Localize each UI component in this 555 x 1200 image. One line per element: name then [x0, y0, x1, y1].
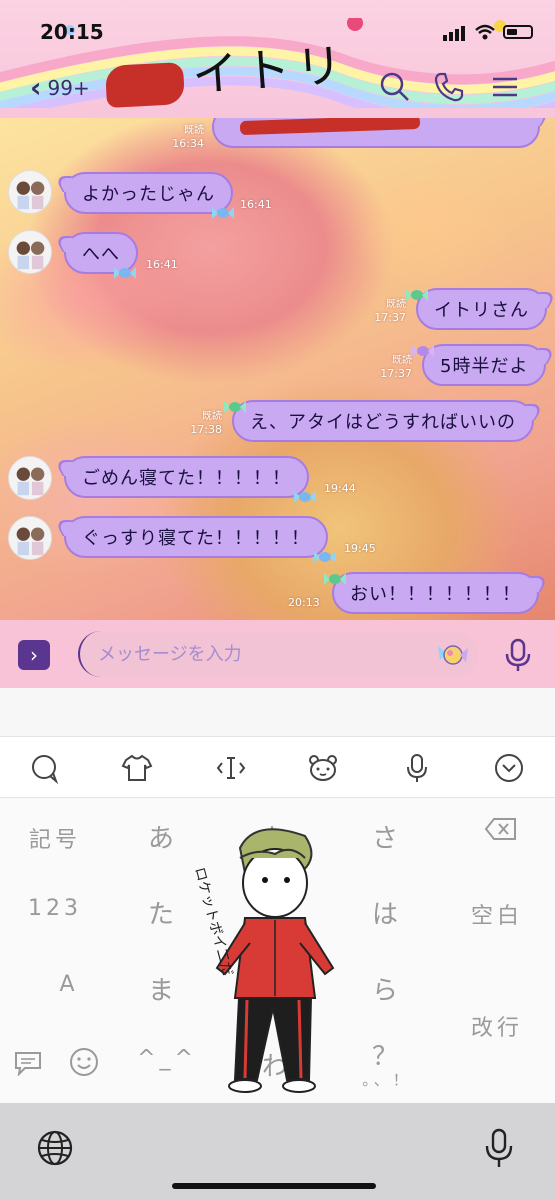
message-bubble-sent[interactable]: 5時半だよ [422, 344, 547, 386]
mic-icon[interactable] [400, 751, 434, 785]
punct-top: ？ [371, 1042, 402, 1072]
battery-icon [503, 24, 533, 39]
signal-icon [443, 22, 467, 41]
backspace-key[interactable] [456, 816, 546, 849]
message-bubble-sent[interactable]: え、アタイはどうすればいいの [232, 400, 534, 442]
message-icon [15, 1052, 41, 1077]
candy-icon [412, 342, 434, 357]
keyboard-spacer [0, 688, 555, 736]
system-keyboard-bar [0, 1103, 555, 1200]
character-sketch: ロケットボイ二だ [195, 828, 335, 1093]
wifi-icon [475, 24, 495, 39]
message-input-bar: › [0, 620, 555, 688]
candy-icon [324, 570, 346, 585]
chevron-left-icon: ‹ [30, 71, 42, 104]
candy-icon [294, 488, 316, 503]
message-time: 19:45 [344, 542, 376, 555]
avatar[interactable] [8, 230, 52, 274]
key-sa-row[interactable]: さ [342, 818, 432, 855]
status-indicators [443, 22, 533, 41]
candy-icon [212, 204, 234, 219]
avatar[interactable] [8, 456, 52, 500]
cursor-icon[interactable] [214, 751, 248, 785]
expand-menu-button[interactable]: › [18, 640, 50, 670]
emoji-key[interactable] [64, 1046, 104, 1085]
avatar[interactable] [8, 170, 52, 214]
dictation-icon[interactable] [482, 1127, 516, 1169]
message-time: 20:13 [288, 596, 320, 609]
unread-count: 99+ [47, 76, 90, 100]
home-indicator[interactable] [172, 1183, 376, 1189]
message-bubble-received[interactable]: ぐっすり寝てた！！！！！ [64, 516, 328, 558]
microphone-icon[interactable] [502, 638, 534, 672]
smiley-icon [70, 1048, 98, 1076]
message-time: 16:41 [240, 198, 272, 211]
phone-icon[interactable] [432, 70, 466, 104]
key-ra-row[interactable]: ら [342, 970, 432, 1007]
key-numbers[interactable]: 123 [10, 896, 100, 921]
shirt-icon[interactable] [120, 751, 154, 785]
message-meta: 既読 17:37 [380, 355, 412, 380]
key-newline[interactable]: 改行 [452, 1010, 542, 1042]
message-bubble-received[interactable]: よかったじゃん [64, 172, 233, 214]
message-input[interactable] [78, 631, 478, 677]
message-time: 16:41 [146, 258, 178, 271]
chevron-right-icon: › [30, 643, 38, 667]
candy-icon [224, 398, 246, 413]
message-meta: 既読 16:34 [172, 125, 204, 150]
redaction-mark [104, 61, 186, 109]
chat-bubble-icon[interactable] [28, 751, 62, 785]
search-icon[interactable] [378, 70, 412, 104]
keyboard-toolbar [0, 736, 555, 798]
chevron-down-icon[interactable] [492, 751, 526, 785]
candy-icon [406, 286, 428, 301]
key-symbols[interactable]: 記号 [10, 822, 100, 854]
candy-icon [114, 264, 136, 279]
message-meta: 既読 17:38 [190, 411, 222, 436]
emoji-list-key[interactable] [8, 1050, 48, 1083]
menu-icon[interactable] [488, 70, 522, 104]
key-alpha[interactable]: A [24, 972, 114, 997]
key-punctuation[interactable]: ？ 。、！ [342, 1036, 432, 1090]
punct-bottom: 。、！ [362, 1071, 412, 1089]
chat-header: 20:15 ‹ 99+ イトリ [0, 0, 555, 118]
candy-icon [314, 548, 336, 563]
avatar[interactable] [8, 516, 52, 560]
message-bubble-sent[interactable]: イトリさん [416, 288, 547, 330]
sketch-caption: ロケットボイ二だ [195, 866, 235, 978]
message-time: 19:44 [324, 482, 356, 495]
chat-area[interactable]: 既読 16:34 よかったじゃん 16:41 へへ 16:41 イトリさん 既読 1… [0, 118, 555, 620]
bear-face-icon[interactable] [306, 751, 340, 785]
status-time: 20:15 [40, 20, 104, 44]
sticker-icon[interactable] [436, 640, 470, 670]
backspace-icon [484, 818, 516, 840]
chat-title: イトリ [190, 37, 350, 103]
key-ha-row[interactable]: は [342, 894, 432, 931]
message-bubble-sent[interactable]: おい！！！！！！！ [332, 572, 539, 614]
back-button[interactable]: ‹ 99+ [30, 74, 90, 102]
message-bubble-received[interactable]: ごめん寝てた！！！！！ [64, 456, 309, 498]
globe-icon[interactable] [36, 1129, 74, 1167]
key-space[interactable]: 空白 [452, 898, 542, 930]
message-meta: 既読 17:37 [374, 299, 406, 324]
